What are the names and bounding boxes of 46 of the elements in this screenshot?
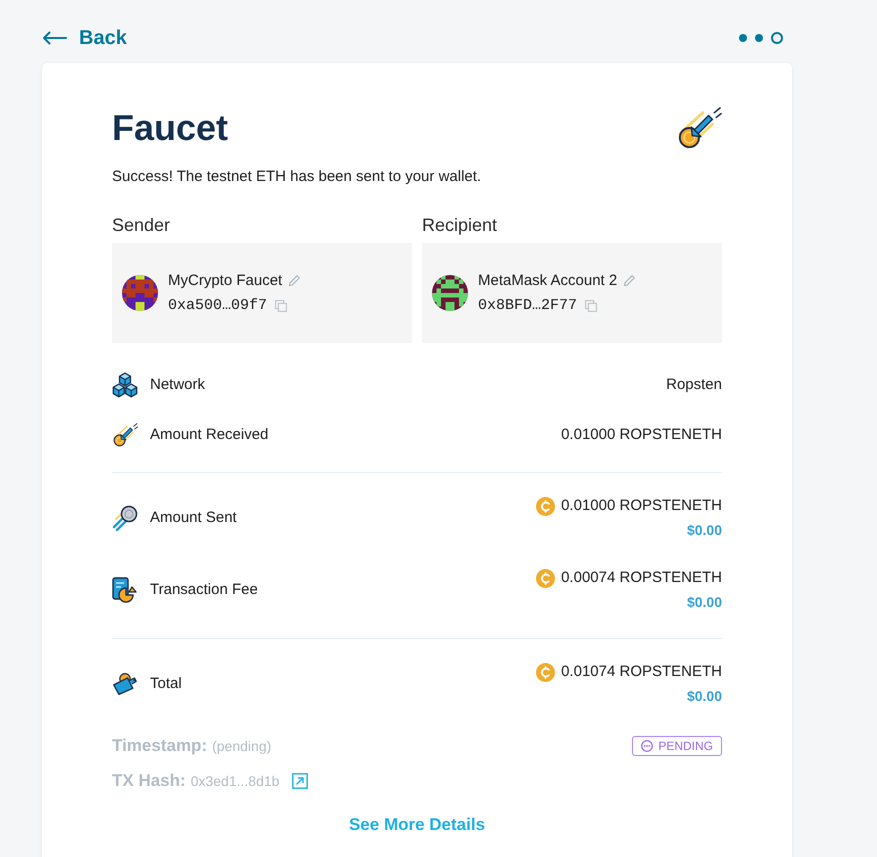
row-label: Total — [150, 674, 182, 694]
copy-icon[interactable] — [585, 300, 598, 312]
comet-coin-icon — [676, 105, 722, 151]
row-value: Ropsten — [666, 375, 722, 395]
fiat-amount: $0.00 — [686, 521, 722, 540]
account-name: MyCrypto Faucet — [168, 270, 282, 290]
coin-icon — [536, 496, 556, 516]
coin-icon — [536, 568, 556, 588]
account-address: 0x8BFD…2F77 — [478, 296, 578, 316]
wallet-icon — [112, 671, 138, 697]
account-name: MetaMask Account 2 — [478, 270, 618, 290]
back-button[interactable]: Back — [42, 25, 127, 51]
document-pie-icon — [112, 577, 138, 603]
external-link-icon[interactable] — [292, 773, 308, 789]
blocks-icon — [112, 372, 138, 398]
edit-icon[interactable] — [623, 274, 636, 287]
pending-icon — [641, 740, 654, 752]
identicon-icon — [122, 275, 158, 311]
row-label: Transaction Fee — [150, 580, 258, 600]
row-label: Amount Received — [150, 425, 268, 445]
comet-coin-icon — [112, 422, 138, 448]
identicon-icon — [432, 275, 468, 311]
timestamp-value: (pending) — [212, 737, 272, 756]
arrow-left-icon — [42, 31, 67, 45]
fiat-amount: $0.00 — [686, 593, 722, 612]
row-value: 0.01000 ROPSTENETH — [561, 425, 722, 445]
tx-hash-value: 0x3ed1...8d1b — [190, 772, 280, 791]
success-message: Success! The testnet ETH has been sent to your wallet. — [112, 167, 482, 187]
edit-icon[interactable] — [288, 274, 302, 287]
status-text: PENDING — [658, 738, 713, 754]
crypto-amount: 0.01074 ROPSTENETH — [561, 662, 722, 682]
fiat-amount: $0.00 — [686, 687, 722, 706]
party-label: Recipient — [422, 214, 498, 237]
row-label: Network — [150, 375, 206, 395]
flying-coin-icon — [112, 505, 138, 531]
timestamp-label: Timestamp: — [112, 735, 208, 757]
crypto-amount: 0.01000 ROPSTENETH — [561, 496, 722, 516]
row-label: Amount Sent — [150, 508, 237, 528]
copy-icon[interactable] — [275, 300, 288, 312]
see-more-details-link[interactable]: See More Details — [348, 813, 486, 837]
tx-hash-label: TX Hash: — [112, 770, 186, 792]
crypto-amount: 0.00074 ROPSTENETH — [561, 568, 722, 588]
party-label: Sender — [112, 214, 172, 237]
account-address: 0xa500…09f7 — [168, 296, 268, 316]
coin-icon — [536, 662, 556, 682]
page-title: Faucet — [112, 106, 228, 150]
